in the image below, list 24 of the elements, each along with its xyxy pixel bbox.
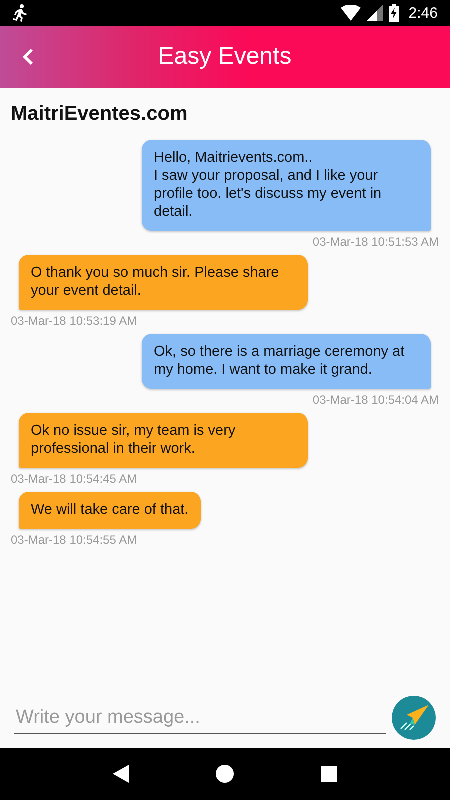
message-timestamp: 03-Mar-18 10:54:55 AM [11,533,138,547]
running-figure-icon [12,4,28,22]
home-circle-icon[interactable] [216,765,234,783]
message-timestamp: 03-Mar-18 10:54:04 AM [312,393,439,407]
message-bubble: Hello, Maitrievents.com.. I saw your proposal, and I like your profile too. let's discuss my event in detail. [142,140,431,231]
app-title: Easy Events [158,43,292,71]
clock-time: 2:46 [408,4,438,22]
message-bubble: We will take care of that. [19,492,201,529]
message-bubble: Ok no issue sir, my team is very professional in their work. [19,413,308,468]
recents-square-icon[interactable] [320,766,337,782]
contact-name: MaitriEventes.com [11,103,189,126]
message-input[interactable]: Write your message... [14,702,386,734]
signal-icon [366,5,383,21]
message-timestamp: 03-Mar-18 10:54:45 AM [11,472,138,486]
wifi-icon [340,5,361,21]
paper-plane-icon [399,705,429,731]
message-timestamp: 03-Mar-18 10:51:53 AM [312,235,439,249]
send-button[interactable] [392,696,436,740]
message-timestamp: 03-Mar-18 10:53:19 AM [11,314,138,328]
back-triangle-icon[interactable] [113,765,130,783]
battery-charging-icon [388,4,399,22]
message-bubble: Ok, so there is a marriage ceremony at my home. I want to make it grand. [142,334,431,389]
message-bubble: O thank you so much sir. Please share your event detail. [19,255,308,310]
chevron-left-icon [22,48,34,66]
